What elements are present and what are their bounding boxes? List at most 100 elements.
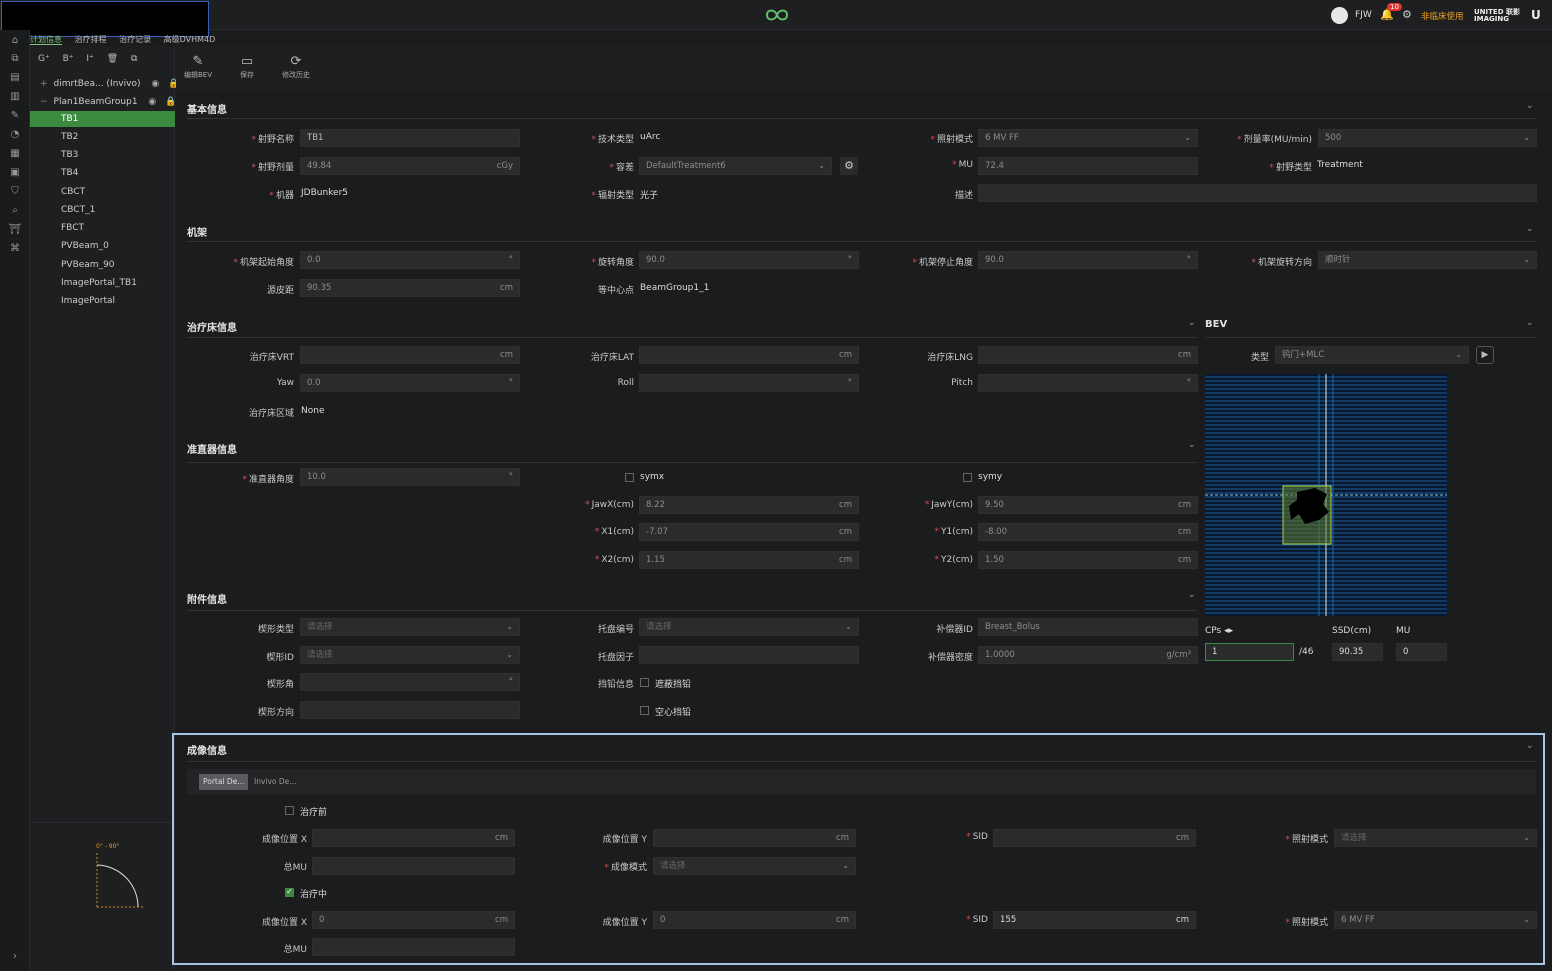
wedge-direction-input[interactable]: [300, 701, 520, 719]
edit-bev-button[interactable]: ✎ 编辑BEV: [176, 54, 220, 80]
during-mode-select[interactable]: 6 MV FF ⌄: [1334, 911, 1537, 929]
collapse-imaging-chevron-icon[interactable]: ⌄: [1526, 741, 1534, 751]
during-total-mu-input[interactable]: [312, 938, 515, 956]
tray-number-select[interactable]: 请选择 ⌄: [639, 618, 859, 636]
gear-icon[interactable]: ⚙: [1402, 8, 1412, 21]
pre-total-mu-input[interactable]: [312, 857, 515, 875]
tolerance-settings-gear-icon[interactable]: ⚙: [840, 157, 858, 175]
tab-invivo-dose[interactable]: Invivo De...: [250, 774, 300, 790]
report-icon[interactable]: ▣: [8, 166, 22, 180]
collapse-basic-chevron-icon[interactable]: ⌄: [1526, 101, 1534, 111]
tray-factor-input[interactable]: [639, 646, 859, 664]
expand-plus-icon[interactable]: +: [40, 79, 48, 89]
gate-icon[interactable]: ⛩: [8, 223, 22, 237]
cps-input[interactable]: 1: [1205, 643, 1294, 661]
rotation-direction-select[interactable]: 顺时针 ⌄: [1318, 251, 1537, 269]
jawx-input[interactable]: 8.22 cm: [639, 496, 859, 514]
tree-beam-item[interactable]: ImagePortal_TB1: [30, 275, 175, 291]
block-hollow-checkbox[interactable]: [640, 706, 649, 715]
couch-lat-input[interactable]: cm: [639, 346, 859, 364]
collapse-collimator-chevron-icon[interactable]: ⌄: [1188, 440, 1196, 450]
during-treatment-checkbox[interactable]: [285, 887, 294, 897]
pre-posy-input[interactable]: cm: [653, 829, 856, 847]
description-input[interactable]: [978, 184, 1537, 202]
lock-icon[interactable]: 🔒: [165, 97, 176, 107]
collapse-minus-icon[interactable]: −: [40, 97, 48, 107]
during-sid-input[interactable]: 155 cm: [993, 911, 1196, 929]
imaging-mode-select[interactable]: 请选择 ⌄: [653, 857, 856, 875]
symy-checkbox[interactable]: [963, 473, 972, 482]
save-button[interactable]: ▭ 保存: [225, 54, 269, 80]
add-group-icon[interactable]: G⁺: [38, 54, 50, 64]
tab-records[interactable]: 治疗记录: [119, 35, 151, 44]
bev-ssd-input[interactable]: 90.35: [1332, 643, 1383, 661]
gantry-start-input[interactable]: 0.0 °: [300, 251, 520, 269]
delete-icon[interactable]: 🗑: [107, 54, 118, 64]
roll-input[interactable]: °: [639, 374, 859, 392]
couch-lng-input[interactable]: cm: [978, 346, 1198, 364]
collimator-angle-input[interactable]: 10.0 °: [300, 468, 520, 486]
tree-group-plan[interactable]: − Plan1BeamGroup1 ◉ 🔒: [40, 94, 176, 110]
tree-group-invivo[interactable]: + dimrtBea... (Invivo) ◉ 🔒: [40, 76, 179, 92]
wedge-angle-input[interactable]: °: [300, 673, 520, 691]
x1-input[interactable]: -7.07 cm: [639, 523, 859, 541]
dose-rate-select[interactable]: 500 ⌄: [1318, 129, 1537, 147]
tree-beam-item[interactable]: CBCT_1: [30, 202, 175, 218]
tab-portal-dose[interactable]: Portal De...: [199, 774, 249, 790]
tree-beam-item[interactable]: PVBeam_90: [30, 257, 175, 273]
during-posy-input[interactable]: 0 cm: [653, 911, 856, 929]
shield-icon[interactable]: ⛉: [8, 185, 22, 199]
collapse-gantry-chevron-icon[interactable]: ⌄: [1526, 224, 1534, 234]
collapse-bev-chevron-icon[interactable]: ⌄: [1526, 318, 1534, 328]
tab-advanced[interactable]: 高级DVHM4D: [164, 35, 216, 44]
during-posx-input[interactable]: 0 cm: [312, 911, 515, 929]
add-beam-icon[interactable]: B⁺: [63, 54, 74, 64]
add-image-icon[interactable]: I⁺: [86, 54, 93, 64]
history-button[interactable]: ⟳ 修改历史: [274, 54, 318, 80]
tree-beam-item[interactable]: TB2: [30, 129, 175, 145]
mu-input[interactable]: 72.4: [978, 157, 1198, 175]
wedge-id-select[interactable]: 请选择 ⌄: [300, 646, 520, 664]
tree-beam-item[interactable]: ImagePortal: [30, 293, 175, 309]
eye-icon[interactable]: ◉: [148, 97, 156, 107]
tree-beam-item[interactable]: FBCT: [30, 220, 175, 236]
tree-beam-item[interactable]: PVBeam_0: [30, 238, 175, 254]
wedge-type-select[interactable]: 请选择 ⌄: [300, 618, 520, 636]
eye-icon[interactable]: ◉: [151, 79, 159, 89]
search-doc-icon[interactable]: ⌕: [8, 204, 22, 218]
pitch-input[interactable]: °: [978, 374, 1198, 392]
tree-beam-item[interactable]: TB4: [30, 165, 175, 181]
home-icon[interactable]: ⌂: [8, 34, 22, 48]
bev-type-select[interactable]: 钨门+MLC ⌄: [1275, 346, 1469, 364]
couch-vrt-input[interactable]: cm: [300, 346, 520, 364]
rotation-angle-input[interactable]: 90.0 °: [639, 251, 859, 269]
dose-input[interactable]: 49.84 cGy: [300, 157, 520, 175]
book-icon[interactable]: ▥: [8, 90, 22, 104]
duplicate-icon[interactable]: ⧉: [131, 54, 137, 64]
jawy-input[interactable]: 9.50 cm: [978, 496, 1198, 514]
tolerance-select[interactable]: DefaultTreatment6 ⌄: [639, 157, 832, 175]
tab-plan-info[interactable]: 计划信息: [30, 35, 62, 45]
bev-view[interactable]: [1205, 374, 1447, 616]
ssd-input[interactable]: 90.35 cm: [300, 279, 520, 297]
y1-input[interactable]: -8.00 cm: [978, 523, 1198, 541]
yaw-input[interactable]: 0.0 °: [300, 374, 520, 392]
gantry-stop-input[interactable]: 90.0 °: [978, 251, 1198, 269]
bolus-id-input[interactable]: Breast_Bolus: [978, 618, 1198, 636]
pre-posx-input[interactable]: cm: [312, 829, 515, 847]
avatar[interactable]: [1331, 7, 1348, 24]
pre-sid-input[interactable]: cm: [993, 829, 1196, 847]
expand-icon[interactable]: ›: [8, 950, 22, 964]
tree-beam-item[interactable]: TB3: [30, 147, 175, 163]
bev-mu-input[interactable]: 0: [1396, 643, 1447, 661]
pre-treatment-checkbox[interactable]: [285, 806, 294, 815]
clipboard-icon[interactable]: ▤: [8, 71, 22, 85]
pre-mode-select[interactable]: 请选择 ⌄: [1334, 829, 1537, 847]
edit-doc-icon[interactable]: ✎: [8, 109, 22, 123]
collapse-accessory-chevron-icon[interactable]: ⌄: [1188, 590, 1196, 600]
x2-input[interactable]: 1.15 cm: [639, 551, 859, 569]
bolus-density-input[interactable]: 1.0000 g/cm³: [978, 646, 1198, 664]
block-shield-checkbox[interactable]: [640, 678, 649, 687]
network-icon[interactable]: ⌘: [8, 242, 22, 256]
symx-checkbox[interactable]: [625, 473, 634, 482]
